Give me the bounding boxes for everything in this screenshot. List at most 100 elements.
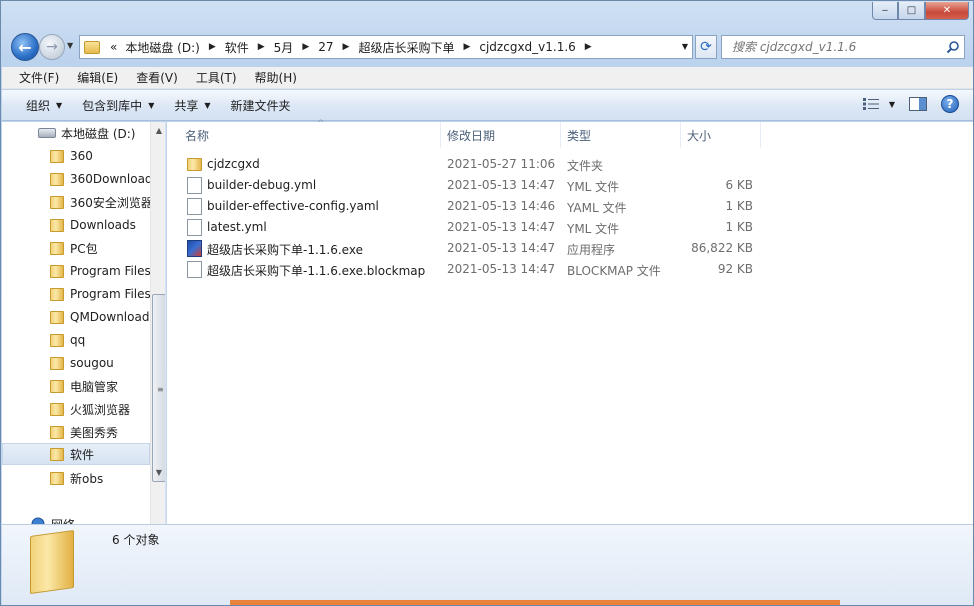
folder-icon xyxy=(50,425,64,439)
chevron-right-icon[interactable]: ▶ xyxy=(338,42,355,52)
scrollbar-thumb[interactable]: ≡ xyxy=(152,294,165,482)
breadcrumb-current[interactable]: cjdzcgxd_v1.1.6 xyxy=(475,40,579,54)
command-bar: 组织 ▼ 包含到库中 ▼ 共享 ▼ 新建文件夹 ▼ ? xyxy=(2,90,973,121)
breadcrumb-overflow[interactable]: « xyxy=(106,40,121,54)
navigation-pane: 本地磁盘 (D:) 360 360Download 360安全浏览器 Downl… xyxy=(2,122,166,524)
chevron-down-icon: ▼ xyxy=(204,100,211,110)
tree-item-program-files[interactable]: Program Files xyxy=(2,260,151,282)
file-row[interactable]: cjdzcgxd 2021-05-27 11:06 文件夹 xyxy=(183,154,783,175)
help-button[interactable]: ? xyxy=(941,95,959,113)
breadcrumb-drive[interactable]: 本地磁盘 (D:) xyxy=(121,39,203,56)
folder-icon xyxy=(50,264,64,278)
refresh-button[interactable]: ⟳ xyxy=(695,35,717,59)
tree-item-360download[interactable]: 360Download xyxy=(2,168,153,190)
file-type: BLOCKMAP 文件 xyxy=(567,264,661,278)
file-row[interactable]: builder-effective-config.yaml 2021-05-13… xyxy=(183,196,783,217)
address-bar[interactable]: « 本地磁盘 (D:) ▶ 软件 ▶ 5月 ▶ 27 ▶ 超级店长采购下单 ▶ … xyxy=(79,35,693,59)
tree-item-label: qq xyxy=(70,333,86,347)
organize-button[interactable]: 组织 ▼ xyxy=(16,97,72,114)
minimize-button[interactable]: ‒ xyxy=(872,2,898,20)
breadcrumb-may[interactable]: 5月 xyxy=(270,39,298,56)
file-size: 86,822 KB xyxy=(691,241,753,255)
tree-item-sougou[interactable]: sougou xyxy=(2,352,150,374)
search-input[interactable] xyxy=(732,40,938,54)
share-button[interactable]: 共享 ▼ xyxy=(164,97,220,114)
folder-icon xyxy=(84,40,100,54)
chevron-right-icon[interactable]: ▶ xyxy=(204,42,221,52)
chevron-right-icon[interactable]: ▶ xyxy=(297,42,314,52)
file-row[interactable]: builder-debug.yml 2021-05-13 14:47 YML 文… xyxy=(183,175,783,196)
address-dropdown[interactable]: ▼ xyxy=(682,42,688,51)
tree-item-label: 网络 xyxy=(51,516,75,525)
tree-item-qmdownload[interactable]: QMDownload xyxy=(2,306,150,328)
tree-item-drive[interactable]: 本地磁盘 (D:) xyxy=(2,122,150,144)
forward-button[interactable]: → xyxy=(39,34,65,60)
tree-item-firefox[interactable]: 火狐浏览器 xyxy=(2,398,150,420)
new-folder-button[interactable]: 新建文件夹 xyxy=(221,97,301,114)
tree-item-label: 火狐浏览器 xyxy=(70,402,131,417)
tree-item-program-files-x86[interactable]: Program Files xyxy=(2,283,151,305)
column-header-label: 名称 xyxy=(185,128,210,143)
application-icon xyxy=(187,240,202,257)
column-header-name[interactable]: 名称 ^ xyxy=(179,119,441,148)
hard-drive-icon xyxy=(38,128,56,138)
menu-file[interactable]: 文件(F) xyxy=(10,69,68,86)
tree-item-network[interactable]: 网络 xyxy=(2,513,150,524)
document-icon xyxy=(187,219,202,236)
column-header-type[interactable]: 类型 xyxy=(561,122,681,148)
chevron-right-icon[interactable]: ▶ xyxy=(580,42,597,52)
tree-item-pc-manager[interactable]: 电脑管家 xyxy=(2,375,150,397)
search-icon[interactable] xyxy=(946,40,960,54)
scroll-up-icon[interactable]: ▲ xyxy=(151,122,165,138)
preview-pane-button[interactable] xyxy=(909,97,927,111)
column-header-date[interactable]: 修改日期 xyxy=(441,122,561,148)
explorer-window: ‒ □ ✕ ← → ▼ « 本地磁盘 (D:) ▶ 软件 ▶ 5月 ▶ 27 ▶… xyxy=(0,0,974,606)
tree-item-newobs[interactable]: 新obs xyxy=(2,467,150,489)
change-view-button[interactable]: ▼ xyxy=(862,98,895,110)
breadcrumb-27[interactable]: 27 xyxy=(314,40,337,54)
chevron-right-icon[interactable]: ▶ xyxy=(458,42,475,52)
folder-icon xyxy=(50,333,64,347)
breadcrumb-app[interactable]: 超级店长采购下单 xyxy=(354,39,458,56)
file-name: cjdzcgxd xyxy=(207,157,260,171)
tree-item-360browser[interactable]: 360安全浏览器 xyxy=(2,191,153,213)
chevron-down-icon[interactable]: ▼ xyxy=(889,100,895,109)
menu-help[interactable]: 帮助(H) xyxy=(246,69,306,86)
file-type: YML 文件 xyxy=(567,222,620,236)
breadcrumb: « 本地磁盘 (D:) ▶ 软件 ▶ 5月 ▶ 27 ▶ 超级店长采购下单 ▶ … xyxy=(106,39,597,56)
tree-item-label: Program Files xyxy=(70,287,151,301)
organize-label: 组织 xyxy=(26,98,51,113)
file-name: builder-effective-config.yaml xyxy=(207,199,379,213)
search-box xyxy=(721,35,965,59)
column-header-label: 修改日期 xyxy=(447,128,496,143)
folder-icon xyxy=(50,402,64,416)
tree-item-label: Downloads xyxy=(70,218,136,232)
preview-pane-icon xyxy=(909,97,927,111)
file-row[interactable]: 超级店长采购下单-1.1.6.exe.blockmap 2021-05-13 1… xyxy=(183,259,783,280)
tree-item-downloads[interactable]: Downloads xyxy=(2,214,150,236)
menu-tools[interactable]: 工具(T) xyxy=(187,69,246,86)
folder-icon xyxy=(30,529,74,595)
close-button[interactable]: ✕ xyxy=(925,2,969,20)
tree-item-360[interactable]: 360 xyxy=(2,145,150,167)
back-button[interactable]: ← xyxy=(11,33,39,61)
menu-edit[interactable]: 编辑(E) xyxy=(68,69,127,86)
chevron-right-icon[interactable]: ▶ xyxy=(253,42,270,52)
include-in-library-button[interactable]: 包含到库中 ▼ xyxy=(72,97,164,114)
tree-item-meitu[interactable]: 美图秀秀 xyxy=(2,421,150,443)
recent-pages-dropdown[interactable]: ▼ xyxy=(67,41,73,50)
nav-scrollbar[interactable]: ▲ ≡ ▼ xyxy=(150,122,165,524)
scroll-down-icon[interactable]: ▼ xyxy=(151,464,165,480)
tree-item-label: PC包 xyxy=(70,241,98,256)
breadcrumb-software[interactable]: 软件 xyxy=(221,39,253,56)
file-row[interactable]: latest.yml 2021-05-13 14:47 YML 文件 1 KB xyxy=(183,217,783,238)
tree-item-software[interactable]: 软件 xyxy=(2,443,150,465)
menu-view[interactable]: 查看(V) xyxy=(127,69,187,86)
folder-icon xyxy=(50,195,64,209)
tree-item-qq[interactable]: qq xyxy=(2,329,150,351)
tree-item-label: 本地磁盘 (D:) xyxy=(61,126,136,141)
file-row[interactable]: 超级店长采购下单-1.1.6.exe 2021-05-13 14:47 应用程序… xyxy=(183,238,783,259)
column-header-size[interactable]: 大小 xyxy=(681,122,761,148)
tree-item-pc[interactable]: PC包 xyxy=(2,237,150,259)
maximize-button[interactable]: □ xyxy=(898,2,925,20)
